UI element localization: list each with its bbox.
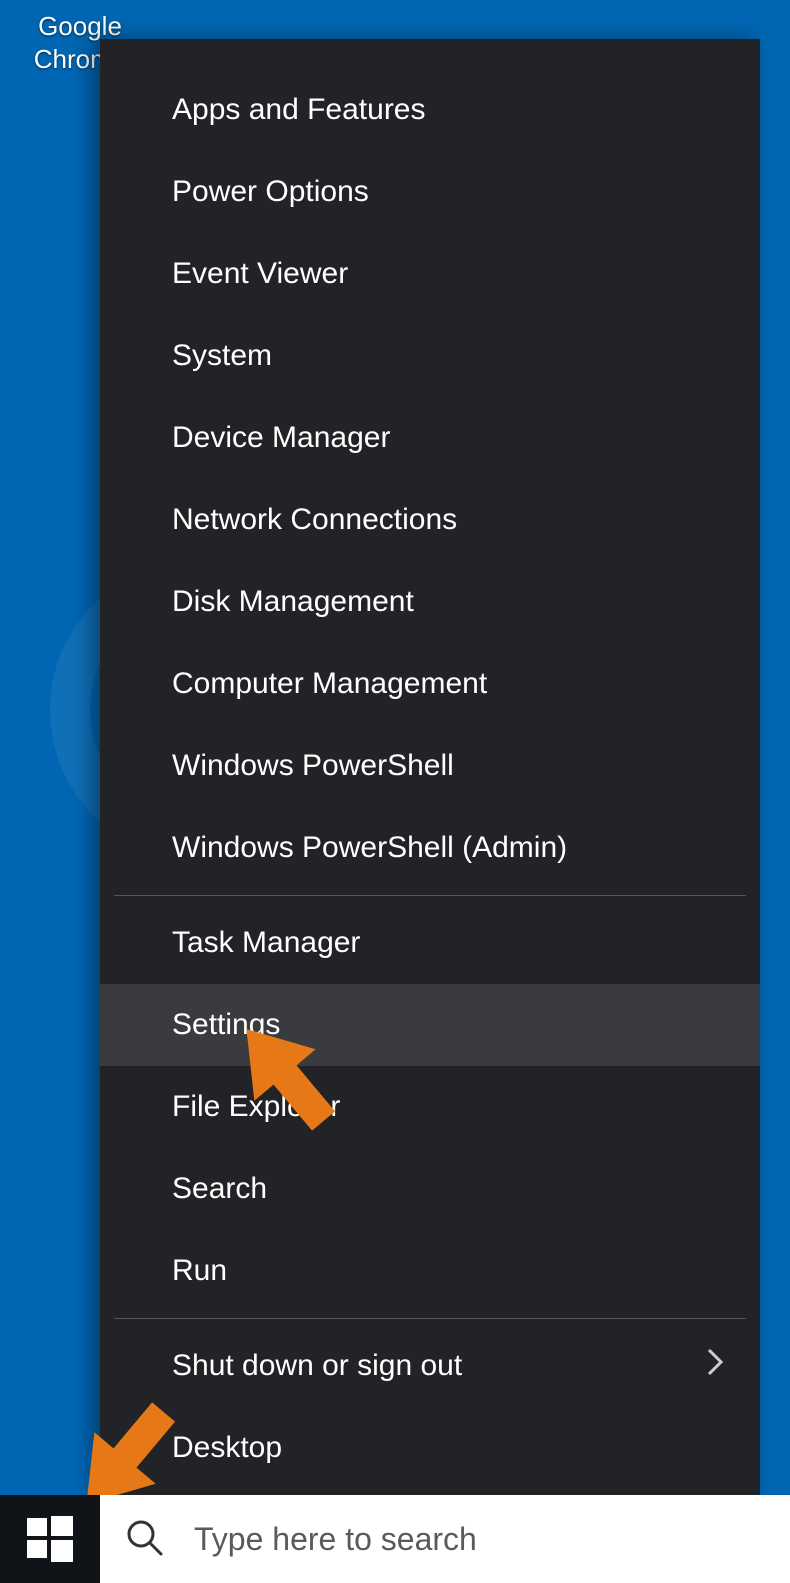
search-placeholder: Type here to search [194, 1521, 477, 1558]
menu-item-run[interactable]: Run [100, 1230, 760, 1312]
menu-item-label: Disk Management [172, 585, 414, 619]
menu-item-label: Task Manager [172, 926, 360, 960]
menu-item-label: Event Viewer [172, 257, 348, 291]
menu-item-computer-management[interactable]: Computer Management [100, 643, 760, 725]
menu-item-label: Computer Management [172, 667, 487, 701]
menu-separator [114, 895, 746, 896]
menu-item-file-explorer[interactable]: File Explorer [100, 1066, 760, 1148]
menu-item-network-connections[interactable]: Network Connections [100, 479, 760, 561]
menu-item-settings[interactable]: Settings [100, 984, 760, 1066]
taskbar-search[interactable]: Type here to search [100, 1495, 790, 1583]
menu-item-device-manager[interactable]: Device Manager [100, 397, 760, 479]
menu-item-shut-down-or-sign-out[interactable]: Shut down or sign out [100, 1325, 760, 1407]
menu-item-desktop[interactable]: Desktop [100, 1407, 760, 1489]
windows-logo-icon [27, 1516, 73, 1562]
menu-item-windows-powershell-admin[interactable]: Windows PowerShell (Admin) [100, 807, 760, 889]
menu-item-power-options[interactable]: Power Options [100, 151, 760, 233]
menu-item-label: Apps and Features [172, 93, 426, 127]
start-button[interactable] [0, 1495, 100, 1583]
menu-item-label: File Explorer [172, 1090, 340, 1124]
menu-item-label: Windows PowerShell (Admin) [172, 831, 567, 865]
menu-item-system[interactable]: System [100, 315, 760, 397]
menu-item-label: Network Connections [172, 503, 457, 537]
menu-item-label: Search [172, 1172, 267, 1206]
menu-item-label: System [172, 339, 272, 373]
menu-item-event-viewer[interactable]: Event Viewer [100, 233, 760, 315]
menu-item-label: Settings [172, 1008, 280, 1042]
search-icon [124, 1517, 164, 1562]
menu-item-label: Windows PowerShell [172, 749, 454, 783]
menu-item-label: Desktop [172, 1431, 282, 1465]
winx-menu: Apps and Features Power Options Event Vi… [100, 39, 760, 1499]
menu-item-label: Power Options [172, 175, 369, 209]
menu-item-label: Run [172, 1254, 227, 1288]
menu-item-label: Shut down or sign out [172, 1349, 462, 1383]
menu-item-task-manager[interactable]: Task Manager [100, 902, 760, 984]
menu-item-search[interactable]: Search [100, 1148, 760, 1230]
menu-item-label: Device Manager [172, 421, 390, 455]
taskbar: Type here to search [0, 1495, 790, 1583]
chevron-right-icon [706, 1347, 724, 1385]
menu-separator [114, 1318, 746, 1319]
menu-item-apps-and-features[interactable]: Apps and Features [100, 69, 760, 151]
desktop: Google Chrome Apps and Features Power Op… [0, 0, 790, 1583]
menu-item-windows-powershell[interactable]: Windows PowerShell [100, 725, 760, 807]
menu-item-disk-management[interactable]: Disk Management [100, 561, 760, 643]
